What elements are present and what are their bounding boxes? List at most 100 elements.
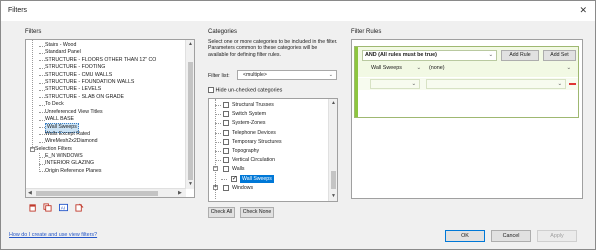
tree-item-label: WireMesh2x2Diamond	[45, 138, 98, 145]
tree-item-label: STRUCTURE - SLAB ON GRADE	[45, 93, 124, 100]
category-item[interactable]: Structural Trusses	[209, 101, 329, 109]
scroll-thumb-horizontal[interactable]	[36, 191, 158, 196]
tree-item[interactable]: Walls Except Rated	[26, 131, 176, 138]
tree-item[interactable]: WALL BASE	[26, 116, 176, 123]
tree-item[interactable]: STRUCTURE - FLOORS OTHER THAN 12" CO	[26, 57, 176, 64]
category-item[interactable]: Temporary Structures	[209, 138, 329, 146]
dialog-body: Filters Stairs - Wood Standard Panel STRUC…	[1, 21, 595, 249]
check-all-button[interactable]: Check All	[208, 207, 235, 218]
tree-connector	[215, 160, 221, 162]
category-item[interactable]: − Walls	[209, 165, 329, 173]
tree-item[interactable]: To Deck	[26, 101, 176, 108]
rule-value-row: ⌄ ⌄	[358, 78, 578, 90]
checkbox-icon[interactable]	[223, 157, 229, 164]
collapse-toggle-icon[interactable]: −	[213, 166, 218, 172]
tree-item[interactable]: WireMesh2x2Diamond	[26, 138, 176, 145]
rule-logic-select[interactable]: AND (All rules must be true) ⌄	[362, 50, 497, 61]
tree-item-label: STRUCTURE - CMU WALLS	[45, 71, 113, 78]
ok-button[interactable]: OK	[445, 230, 485, 242]
tree-item-label: STRUCTURE - FLOORS OTHER THAN 12" CO	[45, 56, 157, 63]
cancel-button[interactable]: Cancel	[491, 230, 531, 242]
categories-list[interactable]: Structural Trusses Switch System System-Zo…	[208, 98, 338, 202]
checkbox-icon[interactable]	[223, 120, 229, 127]
tree-item-label: Unreferenced View Titles	[45, 108, 103, 115]
tree-item-label: WALL BASE	[45, 116, 75, 122]
tree-item[interactable]: STRUCTURE - CMU WALLS	[26, 72, 176, 79]
category-item[interactable]: Vertical Circulation	[209, 156, 329, 164]
filter-list-value: <multiple>	[243, 72, 267, 78]
tree-item[interactable]: Wall Sweeps	[26, 123, 176, 133]
rule-field-select[interactable]: Wall Sweeps ⌄	[368, 64, 422, 75]
tree-item[interactable]: − Selection Filters	[26, 146, 176, 153]
duplicate-filter-icon[interactable]	[43, 203, 52, 212]
remove-rule-icon[interactable]	[569, 83, 576, 85]
add-rule-button[interactable]: Add Rule	[501, 50, 539, 61]
checkbox-icon[interactable]	[223, 184, 229, 191]
tree-item[interactable]: STRUCTURE - SLAB ON GRADE	[26, 94, 176, 101]
check-none-button[interactable]: Check None	[240, 207, 274, 218]
category-label: Walls	[232, 166, 245, 173]
rule-value-select-2[interactable]: ⌄	[426, 79, 566, 89]
scroll-down-icon[interactable]: ▼	[330, 193, 337, 199]
new-filter-icon[interactable]	[29, 203, 38, 212]
chevron-down-icon: ⌄	[557, 81, 562, 87]
tree-item[interactable]: E_N WINDOWS	[26, 153, 176, 160]
checkbox-icon[interactable]	[223, 111, 229, 118]
filter-list-select[interactable]: <multiple> ⌄	[237, 70, 337, 80]
checked-checkbox-icon[interactable]	[231, 175, 237, 183]
hide-unchecked-checkbox[interactable]: Hide un-checked categories	[208, 87, 282, 93]
apply-button[interactable]: Apply	[537, 230, 577, 242]
help-link[interactable]: How do I create and use view filters?	[9, 232, 97, 238]
scroll-thumb[interactable]	[188, 62, 193, 180]
filter-rules-section-label: Filter Rules	[351, 29, 382, 35]
checkbox-icon[interactable]	[208, 87, 214, 93]
chevron-down-icon: ⌄	[566, 65, 571, 71]
category-item[interactable]: Wall Sweeps	[209, 174, 329, 183]
collapse-toggle-icon[interactable]: +	[213, 184, 218, 190]
category-item[interactable]: Telephone Devices	[209, 129, 329, 137]
category-item[interactable]: + Windows	[209, 184, 329, 192]
filters-tree-vscrollbar[interactable]: ▲ ▼	[185, 40, 194, 189]
scroll-down-icon[interactable]: ▼	[187, 181, 194, 187]
tree-item[interactable]: INTERIOR GLAZING	[26, 160, 176, 167]
tree-item[interactable]: STRUCTURE - FOUNDATION WALLS	[26, 79, 176, 86]
tree-item[interactable]: Unreferenced View Titles	[26, 109, 176, 116]
category-label: Switch System	[232, 111, 267, 118]
scroll-up-icon[interactable]: ▲	[187, 41, 194, 47]
checkbox-icon[interactable]	[223, 148, 229, 154]
rule-set-header: AND (All rules must be true) ⌄ Add Rule …	[358, 47, 578, 62]
category-label: Structural Trusses	[232, 102, 274, 108]
rename-filter-icon[interactable]: AI	[59, 203, 68, 212]
tree-item-label: Walls Except Rated	[45, 130, 91, 137]
category-item[interactable]: Switch System	[209, 110, 329, 118]
categories-vscrollbar[interactable]: ▲ ▼	[328, 99, 337, 201]
delete-filter-icon[interactable]	[75, 203, 84, 212]
scroll-left-icon[interactable]: ◀	[28, 190, 32, 196]
rule-value-select-1[interactable]: ⌄	[370, 79, 420, 89]
svg-text:AI: AI	[61, 205, 65, 210]
tree-item[interactable]: Stairs - Wood	[26, 42, 176, 49]
checkbox-icon[interactable]	[223, 166, 229, 173]
tree-item-label: Selection Filters	[35, 145, 72, 152]
scroll-up-icon[interactable]: ▲	[330, 100, 337, 106]
tree-connector	[221, 178, 227, 180]
scroll-right-icon[interactable]: ▶	[178, 190, 182, 196]
tree-item[interactable]: Standard Panel	[26, 49, 176, 56]
category-item[interactable]: Topography	[209, 147, 329, 155]
tree-item[interactable]: Origin Reference Planes	[26, 168, 176, 175]
checkbox-icon[interactable]	[223, 138, 229, 145]
rule-operator-select[interactable]: (none) ⌄	[426, 64, 576, 75]
checkbox-icon[interactable]	[223, 102, 229, 108]
close-icon[interactable]: ✕	[579, 5, 587, 15]
category-item[interactable]: System-Zones	[209, 119, 329, 127]
tree-item[interactable]: STRUCTURE - LEVELS	[26, 86, 176, 93]
window-title: Filters	[8, 7, 28, 14]
rule-operator-value: (none)	[429, 65, 445, 71]
filters-tree[interactable]: Stairs - Wood Standard Panel STRUCTURE - F…	[25, 39, 195, 198]
filters-tree-hscrollbar[interactable]: ◀ ▶	[26, 188, 186, 197]
rule-field-value: Wall Sweeps	[371, 65, 402, 71]
add-set-button[interactable]: Add Set	[543, 50, 576, 61]
scroll-thumb[interactable]	[331, 171, 336, 189]
checkbox-icon[interactable]	[223, 129, 229, 136]
tree-item[interactable]: STRUCTURE - FOOTING	[26, 64, 176, 71]
